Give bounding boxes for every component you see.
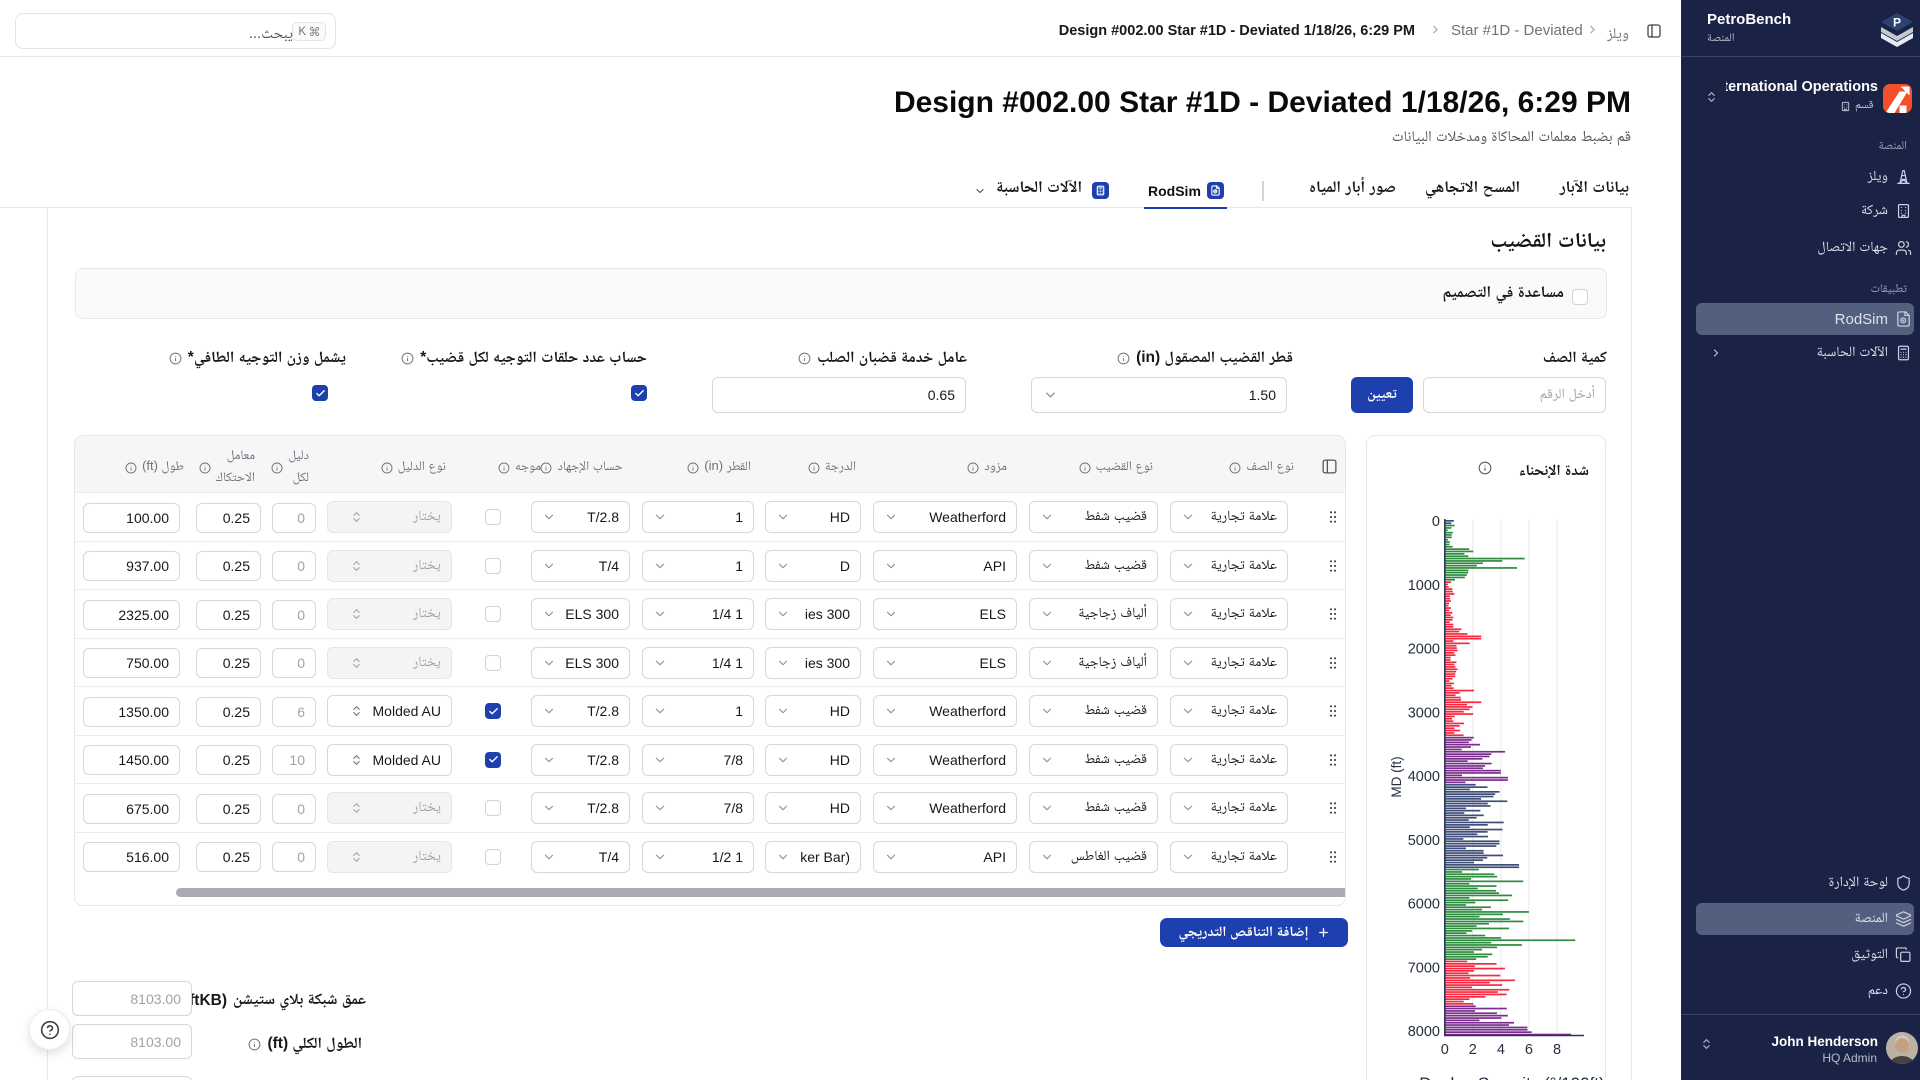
svg-text:0: 0: [1432, 514, 1440, 530]
svg-text:6000: 6000: [1408, 897, 1440, 913]
svg-text:6: 6: [1525, 1042, 1533, 1058]
svg-text:1000: 1000: [1408, 578, 1440, 594]
svg-text:2000: 2000: [1408, 642, 1440, 658]
svg-text:MD (ft): MD (ft): [1389, 756, 1404, 797]
svg-text:Dogleg Severity (°/100ft): Dogleg Severity (°/100ft): [1419, 1074, 1604, 1080]
svg-text:0: 0: [1441, 1042, 1449, 1058]
svg-text:P: P: [1893, 16, 1901, 30]
svg-text:4: 4: [1497, 1042, 1505, 1058]
svg-text:7000: 7000: [1408, 960, 1440, 976]
svg-text:8000: 8000: [1408, 1024, 1440, 1040]
svg-text:8: 8: [1553, 1042, 1561, 1058]
svg-text:3000: 3000: [1408, 705, 1440, 721]
svg-text:5000: 5000: [1408, 833, 1440, 849]
svg-text:2: 2: [1469, 1042, 1477, 1058]
svg-text:4000: 4000: [1408, 769, 1440, 785]
